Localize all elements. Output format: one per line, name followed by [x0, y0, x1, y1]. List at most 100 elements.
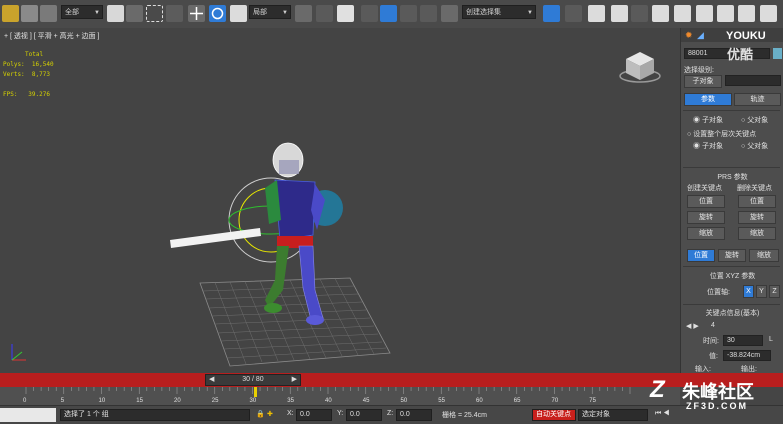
option-label: 设置整个层次关键点	[693, 131, 757, 138]
create-tab-icon[interactable]: ✹	[685, 30, 693, 41]
tab-trajectory[interactable]: 轨迹	[734, 93, 781, 106]
lock-l-button[interactable]: L	[769, 336, 773, 343]
ruler-tick-label: 15	[136, 398, 143, 404]
selection-filter-dropdown[interactable]: 全部 ▼	[61, 5, 103, 19]
ruler-tick-label: 25	[212, 398, 219, 404]
curve-editor-icon[interactable]	[631, 5, 648, 22]
character-model[interactable]	[165, 140, 355, 340]
render-icon[interactable]	[760, 5, 777, 22]
undo-icon[interactable]	[2, 5, 19, 22]
align-icon[interactable]	[565, 5, 582, 22]
key-info-rollout-title[interactable]: 关键点信息(基本)	[681, 308, 783, 318]
create-scale-key-button[interactable]: 缩放	[687, 227, 725, 240]
scale-mode-button[interactable]: 缩放	[749, 249, 779, 262]
create-position-key-button[interactable]: 位置	[687, 195, 725, 208]
radio-parent-1[interactable]: ○ 父对象	[741, 115, 768, 125]
time-slider-bar[interactable]: ◀ 30 / 80 ▶	[0, 373, 783, 387]
axis-x-button[interactable]: X	[743, 285, 754, 298]
sub-object-dropdown[interactable]	[725, 75, 781, 86]
youku-watermark: YOUKU	[726, 30, 766, 42]
delete-key-label: 删除关键点	[737, 185, 772, 192]
rect-region-icon[interactable]	[146, 5, 163, 22]
render-setup-icon[interactable]	[696, 5, 713, 22]
radio-parent-2[interactable]: ○ 父对象	[741, 141, 768, 151]
divider	[683, 266, 780, 267]
z-coord-field[interactable]: 0.0	[396, 409, 432, 421]
named-selection-dropdown[interactable]: 创建选择集 ▼	[462, 5, 536, 19]
track-bar[interactable]: 0 5 10 15 20 25 30 35 40 45 50 55 60 65 70 75	[0, 387, 680, 405]
object-color-swatch[interactable]	[773, 48, 782, 59]
snap-toggle-icon[interactable]	[361, 5, 378, 22]
viewcube-icon[interactable]	[618, 46, 662, 86]
material-editor-icon[interactable]	[674, 5, 691, 22]
rotate-icon[interactable]	[209, 5, 226, 22]
next-frame-icon[interactable]: ▶	[292, 375, 297, 385]
link-icon[interactable]	[21, 5, 38, 22]
position-mode-button[interactable]: 位置	[687, 249, 715, 262]
graphite-tools-icon[interactable]	[611, 5, 628, 22]
next-key-icon[interactable]: ▶	[693, 323, 698, 330]
time-field[interactable]: 30	[723, 335, 763, 346]
delete-position-key-button[interactable]: 位置	[738, 195, 776, 208]
mirror-icon[interactable]	[543, 5, 560, 22]
render-production-icon[interactable]	[738, 5, 755, 22]
axis-y-button[interactable]: Y	[756, 285, 767, 298]
select-manipulate-icon[interactable]	[316, 5, 333, 22]
select-by-name-icon[interactable]	[126, 5, 143, 22]
prev-next-key-arrows[interactable]: ◀ ▶	[686, 322, 699, 330]
radio-sub-object-2[interactable]: ◉ 子对象	[693, 141, 723, 151]
selected-object-dropdown[interactable]: 选定对象	[578, 409, 648, 421]
select-object-icon[interactable]	[107, 5, 124, 22]
move-icon[interactable]	[188, 5, 205, 22]
zhufeng-logo-icon: Z	[650, 376, 665, 403]
viewport-label[interactable]: + [ 透视 ] [ 平滑 + 高光 + 边面 ]	[4, 31, 100, 41]
delete-rotation-key-button[interactable]: 旋转	[738, 211, 776, 224]
prev-frame-icon[interactable]: ◀	[209, 375, 214, 385]
rendered-frame-icon[interactable]	[717, 5, 734, 22]
axis-z-button[interactable]: Z	[769, 285, 780, 298]
value-field[interactable]: -38.824cm	[723, 350, 771, 361]
ruler-tick-label: 60	[476, 398, 483, 404]
rotation-mode-button[interactable]: 旋转	[718, 249, 746, 262]
prs-rollout-title[interactable]: PRS 参数	[681, 172, 783, 182]
keyboard-shortcut-icon[interactable]	[337, 5, 354, 22]
pos-xyz-rollout-title[interactable]: 位置 XYZ 参数	[681, 271, 783, 281]
autokey-button[interactable]: 自动关键点	[532, 409, 576, 421]
ruler-tick-label: 55	[438, 398, 445, 404]
baseball-bat[interactable]	[170, 228, 261, 248]
sub-object-button[interactable]: 子对象	[684, 75, 722, 88]
delete-scale-key-button[interactable]: 缩放	[738, 227, 776, 240]
time-slider-handle[interactable]: ◀ 30 / 80 ▶	[205, 374, 301, 386]
absolute-mode-icon[interactable]: ✚	[267, 410, 273, 418]
maxscript-listener[interactable]	[0, 408, 56, 422]
angle-snap-icon[interactable]	[380, 5, 397, 22]
time-label: 时间:	[703, 338, 719, 345]
lock-selection-icon[interactable]: 🔒	[256, 410, 265, 418]
schematic-view-icon[interactable]	[652, 5, 669, 22]
coord-system-dropdown[interactable]: 局部 ▼	[249, 5, 291, 19]
edit-named-selection-icon[interactable]	[441, 5, 458, 22]
bind-spacewarp-icon[interactable]	[40, 5, 57, 22]
playback-controls[interactable]: ⏮ ◀	[655, 410, 670, 418]
prev-key-icon[interactable]: ◀	[686, 323, 691, 330]
window-crossing-icon[interactable]	[166, 5, 183, 22]
set-pivot-keys-option[interactable]: ○ 设置整个层次关键点	[687, 129, 756, 139]
x-coord-field[interactable]: 0.0	[296, 409, 332, 421]
scale-icon[interactable]	[230, 5, 247, 22]
selection-filter-value: 全部	[65, 9, 79, 16]
spinner-snap-icon[interactable]	[420, 5, 437, 22]
youku-cn-watermark: 优酷	[727, 47, 754, 62]
axis-tripod-icon	[11, 344, 26, 361]
y-coord-field[interactable]: 0.0	[346, 409, 382, 421]
divider	[683, 304, 780, 305]
ruler-tick-label: 45	[363, 398, 370, 404]
tab-params[interactable]: 参数	[684, 93, 732, 106]
layer-manager-icon[interactable]	[588, 5, 605, 22]
radio-sub-object-1[interactable]: ◉ 子对象	[693, 115, 723, 125]
perspective-viewport[interactable]: + [ 透视 ] [ 平滑 + 高光 + 边面 ] Total Polys: 1…	[0, 28, 680, 373]
ruler-ticks: 0 5 10 15 20 25 30 35 40 45 50 55 60 65 70 75	[23, 387, 631, 404]
percent-snap-icon[interactable]	[400, 5, 417, 22]
create-rotation-key-button[interactable]: 旋转	[687, 211, 725, 224]
modify-tab-icon[interactable]: ◢	[697, 30, 704, 41]
pivot-center-icon[interactable]	[295, 5, 312, 22]
